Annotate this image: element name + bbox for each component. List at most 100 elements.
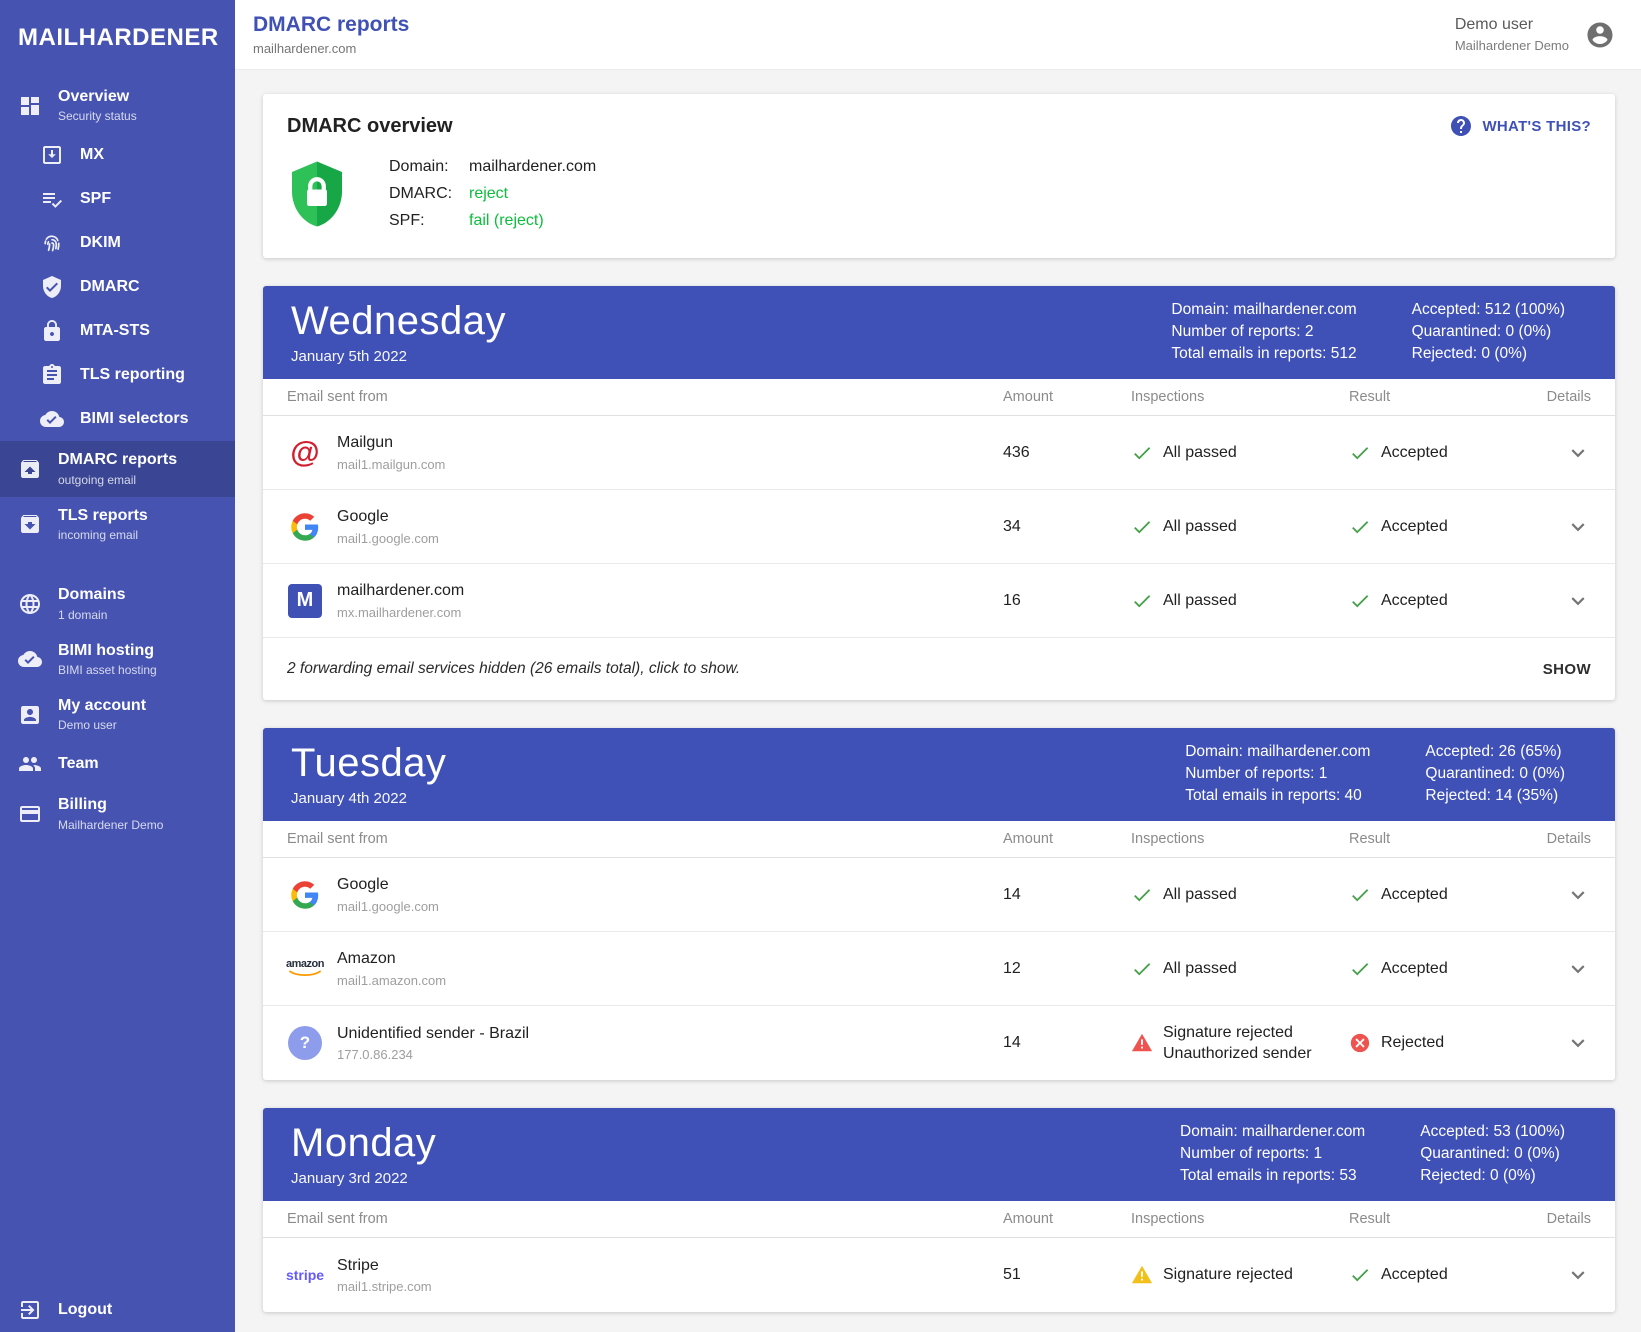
day-card-wednesday: Wednesday January 5th 2022 Domain: mailh… <box>263 286 1615 700</box>
day-stats-right: Accepted: 26 (65%) Quarantined: 0 (0%) R… <box>1425 743 1565 804</box>
check-icon <box>1131 590 1153 612</box>
domain-value: mailhardener.com <box>469 154 596 180</box>
day-card-monday: Monday January 3rd 2022 Domain: mailhard… <box>263 1108 1615 1312</box>
check-icon <box>1349 516 1371 538</box>
sender-name: Mailgun <box>337 433 445 452</box>
exit-icon <box>18 1298 42 1322</box>
cloud-check-icon <box>40 407 64 431</box>
amazon-logo: amazon <box>287 959 323 978</box>
logout-button[interactable]: Logout <box>0 1288 235 1332</box>
day-stats-left: Domain: mailhardener.com Number of repor… <box>1185 743 1370 804</box>
globe-icon <box>18 592 42 616</box>
sender-host: mail1.mailgun.com <box>337 457 445 472</box>
page-title: DMARC reports <box>253 13 409 37</box>
sidebar-item-label: Overview <box>58 88 137 106</box>
page-subtitle: mailhardener.com <box>253 41 409 56</box>
lock-icon <box>40 319 64 343</box>
sidebar-item-dmarc[interactable]: DMARC <box>0 265 235 309</box>
sidebar-item-dkim[interactable]: DKIM <box>0 221 235 265</box>
sidebar-item-sublabel: Security status <box>58 109 137 123</box>
table-header: Email sent from Amount Inspections Resul… <box>263 1201 1615 1238</box>
sidebar-item-bimi-hosting[interactable]: BIMI hosting BIMI asset hosting <box>0 632 235 687</box>
credit-card-icon <box>18 802 42 826</box>
user-name: Demo user <box>1455 16 1569 34</box>
sidebar-item-tls-reporting[interactable]: TLS reporting <box>0 353 235 397</box>
sidebar-item-domains[interactable]: Domains 1 domain <box>0 576 235 631</box>
hidden-services-text: 2 forwarding email services hidden (26 e… <box>287 660 740 678</box>
sidebar-item-team[interactable]: Team <box>0 742 235 786</box>
whats-this-link[interactable]: WHAT'S THIS? <box>1449 114 1591 138</box>
sidebar-item-dmarc-reports[interactable]: DMARC reports outgoing email <box>0 441 235 496</box>
overview-spf-row: SPF: fail (reject) <box>389 208 596 234</box>
day-banner: Tuesday January 4th 2022 Domain: mailhar… <box>263 728 1615 821</box>
day-banner: Monday January 3rd 2022 Domain: mailhard… <box>263 1108 1615 1201</box>
table-row[interactable]: M mailhardener.com mx.mailhardener.com 1… <box>263 564 1615 638</box>
checklist-check-icon <box>40 187 64 211</box>
sidebar-nav: Overview Security status MX SPF DKIM DMA… <box>0 78 235 842</box>
clipboard-icon <box>40 363 64 387</box>
table-row[interactable]: Google mail1.google.com 34 All passed Ac… <box>263 490 1615 564</box>
warning-icon <box>1131 1264 1153 1286</box>
sidebar-item-mta-sts[interactable]: MTA-STS <box>0 309 235 353</box>
sidebar-item-mx[interactable]: MX <box>0 133 235 177</box>
table-row[interactable]: Google mail1.google.com 14 All passed Ac… <box>263 858 1615 932</box>
check-icon <box>1349 958 1371 980</box>
tray-down-icon <box>18 512 42 536</box>
sidebar-item-billing[interactable]: Billing Mailhardener Demo <box>0 786 235 841</box>
sidebar-item-overview[interactable]: Overview Security status <box>0 78 235 133</box>
account-box-icon <box>18 703 42 727</box>
help-icon <box>1449 114 1473 138</box>
chevron-down-icon[interactable] <box>1565 882 1591 908</box>
day-banner: Wednesday January 5th 2022 Domain: mailh… <box>263 286 1615 379</box>
check-icon <box>1131 442 1153 464</box>
sidebar-item-my-account[interactable]: My account Demo user <box>0 687 235 742</box>
shield-check-icon <box>40 275 64 299</box>
app-window: MAILHARDENER Overview Security status MX… <box>0 0 1641 1332</box>
avatar-icon[interactable] <box>1585 20 1615 50</box>
table-row[interactable]: @ Mailgun mail1.mailgun.com 436 All pass… <box>263 416 1615 490</box>
sidebar-item-bimi-selectors[interactable]: BIMI selectors <box>0 397 235 441</box>
table-row[interactable]: stripe Stripe mail1.stripe.com 51 Signat… <box>263 1238 1615 1312</box>
brand-logo: MAILHARDENER <box>0 0 235 78</box>
top-bar: DMARC reports mailhardener.com Demo user… <box>235 0 1641 70</box>
hidden-services-row[interactable]: 2 forwarding email services hidden (26 e… <box>263 638 1615 700</box>
dmarc-overview-card: DMARC overview WHAT'S THIS? <box>263 94 1615 258</box>
check-icon <box>1131 884 1153 906</box>
table-header: Email sent from Amount Inspections Resul… <box>263 821 1615 858</box>
sidebar-item-spf[interactable]: SPF <box>0 177 235 221</box>
table-row[interactable]: amazon Amazon mail1.amazon.com 12 All pa… <box>263 932 1615 1006</box>
google-logo <box>287 512 323 542</box>
table-row[interactable]: ? Unidentified sender - Brazil 177.0.86.… <box>263 1006 1615 1080</box>
chevron-down-icon[interactable] <box>1565 1030 1591 1056</box>
nav-section-gap <box>0 552 235 576</box>
day-stats-right: Accepted: 512 (100%) Quarantined: 0 (0%)… <box>1412 301 1565 362</box>
overview-title: DMARC overview <box>287 115 453 138</box>
chevron-down-icon[interactable] <box>1565 956 1591 982</box>
check-icon <box>1349 590 1371 612</box>
user-info: Demo user Mailhardener Demo <box>1455 16 1569 53</box>
chevron-down-icon[interactable] <box>1565 514 1591 540</box>
content-area: DMARC overview WHAT'S THIS? <box>235 70 1641 1332</box>
check-icon <box>1349 1264 1371 1286</box>
sidebar-item-tls-reports[interactable]: TLS reports incoming email <box>0 497 235 552</box>
inbox-download-icon <box>40 143 64 167</box>
shield-lock-icon <box>287 157 347 231</box>
chevron-down-icon[interactable] <box>1565 1262 1591 1288</box>
day-date: January 5th 2022 <box>291 348 506 365</box>
unknown-sender-icon: ? <box>287 1026 323 1060</box>
google-logo <box>287 880 323 910</box>
day-name: Wednesday <box>291 298 506 344</box>
chevron-down-icon[interactable] <box>1565 588 1591 614</box>
check-icon <box>1349 442 1371 464</box>
amount-value: 436 <box>1003 444 1131 462</box>
mailgun-logo: @ <box>287 438 323 468</box>
day-card-tuesday: Tuesday January 4th 2022 Domain: mailhar… <box>263 728 1615 1080</box>
cloud-check-icon <box>18 647 42 671</box>
fingerprint-icon <box>40 231 64 255</box>
show-button[interactable]: SHOW <box>1543 661 1591 678</box>
cross-icon <box>1349 1032 1371 1054</box>
chevron-down-icon[interactable] <box>1565 440 1591 466</box>
day-stats-left: Domain: mailhardener.com Number of repor… <box>1171 301 1356 362</box>
tray-up-icon <box>18 457 42 481</box>
overview-dmarc-row: DMARC: reject <box>389 181 596 207</box>
